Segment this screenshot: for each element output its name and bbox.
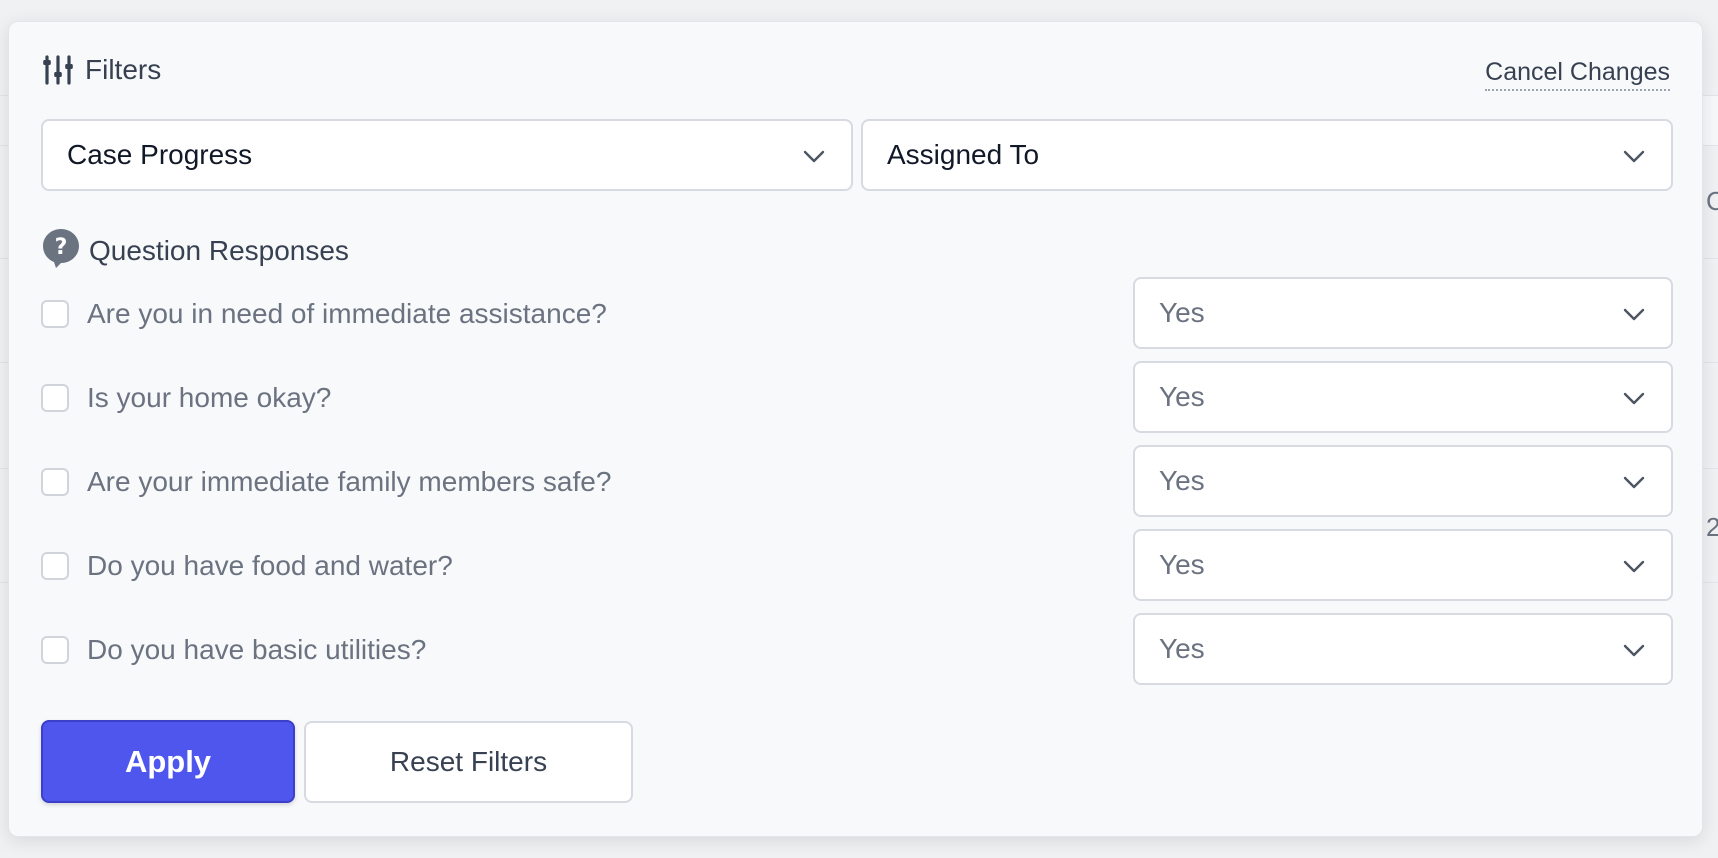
question-checkbox[interactable] [41,468,69,496]
question-text: Is your home okay? [87,382,332,413]
question-row: Are you in need of immediate assistance? [41,298,607,330]
case-progress-label: Case Progress [67,139,253,170]
chevron-down-icon [1623,633,1645,665]
assigned-to-select[interactable]: Assigned To [861,119,1673,191]
question-row: Are your immediate family members safe? [41,466,611,498]
answer-value: Yes [1159,633,1205,664]
filters-panel: Filters Cancel Changes Case Progress Ass… [8,21,1703,837]
question-checkbox[interactable] [41,552,69,580]
chevron-down-icon [803,139,825,171]
answer-value: Yes [1159,465,1205,496]
answer-value: Yes [1159,549,1205,580]
answer-select[interactable]: Yes [1133,361,1673,433]
question-checkbox[interactable] [41,384,69,412]
answer-value: Yes [1159,381,1205,412]
question-text: Are your immediate family members safe? [87,466,612,497]
bg-cell-text: 2 [1706,512,1718,542]
question-text: Do you have food and water? [87,550,453,581]
chevron-down-icon [1623,465,1645,497]
chevron-down-icon [1623,549,1645,581]
chevron-down-icon [1623,139,1645,171]
apply-button[interactable]: Apply [41,720,295,803]
chevron-down-icon [1623,381,1645,413]
filters-title: Filters [85,54,162,85]
cancel-changes-link[interactable]: Cancel Changes [1485,58,1670,91]
answer-select[interactable]: Yes [1133,613,1673,685]
assigned-to-label: Assigned To [887,139,1040,170]
question-responses-heading: ? Question Responses [41,227,349,274]
question-checkbox[interactable] [41,636,69,664]
question-text: Are you in need of immediate assistance? [87,298,607,329]
bg-cell-text: C [1706,186,1718,216]
filters-header: Filters [41,54,161,86]
chevron-down-icon [1623,297,1645,329]
answer-select[interactable]: Yes [1133,277,1673,349]
sliders-icon [41,54,75,86]
answer-value: Yes [1159,297,1205,328]
answer-select[interactable]: Yes [1133,445,1673,517]
question-responses-title: Question Responses [89,234,349,266]
question-row: Do you have basic utilities? [41,634,426,666]
svg-text:?: ? [55,235,68,260]
question-row: Is your home okay? [41,382,331,414]
case-progress-select[interactable]: Case Progress [41,119,853,191]
question-row: Do you have food and water? [41,550,453,582]
question-text: Do you have basic utilities? [87,634,427,665]
question-checkbox[interactable] [41,300,69,328]
answer-select[interactable]: Yes [1133,529,1673,601]
question-bubble-icon: ? [41,227,81,274]
reset-filters-button[interactable]: Reset Filters [304,721,633,803]
